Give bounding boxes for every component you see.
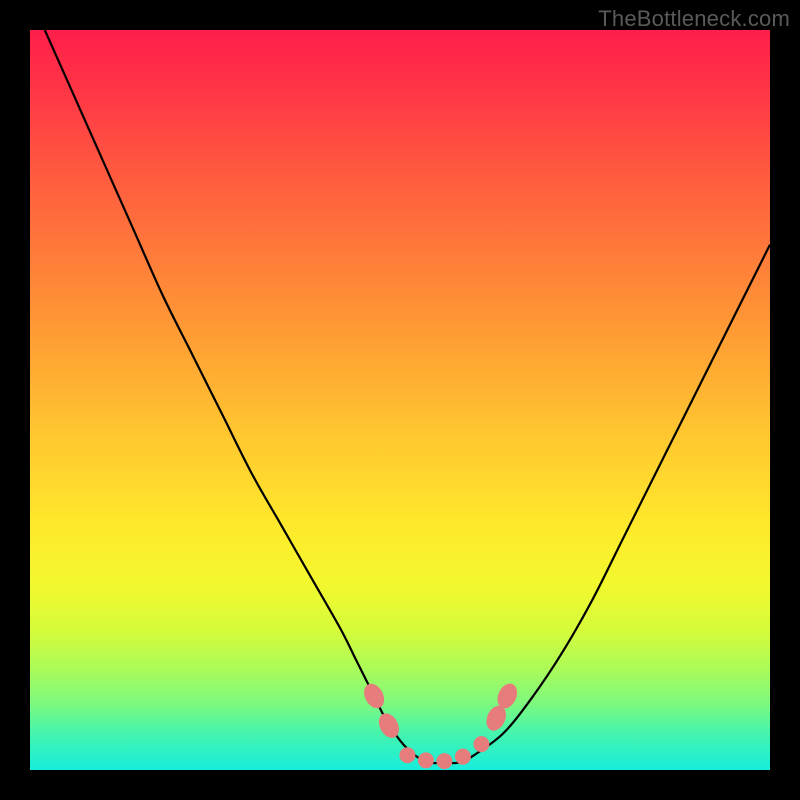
marker-group bbox=[360, 680, 521, 769]
plot-area bbox=[30, 30, 770, 770]
bottleneck-curve bbox=[45, 30, 770, 763]
trough-1 bbox=[399, 747, 415, 763]
left-cluster bbox=[360, 680, 388, 711]
right-cluster bbox=[473, 736, 489, 752]
left-cluster-2 bbox=[375, 710, 403, 741]
curve-overlay bbox=[30, 30, 770, 770]
trough-2 bbox=[418, 752, 434, 768]
watermark-text: TheBottleneck.com bbox=[598, 6, 790, 32]
trough-4 bbox=[455, 749, 471, 765]
chart-frame: TheBottleneck.com bbox=[0, 0, 800, 800]
trough-3 bbox=[436, 753, 452, 769]
